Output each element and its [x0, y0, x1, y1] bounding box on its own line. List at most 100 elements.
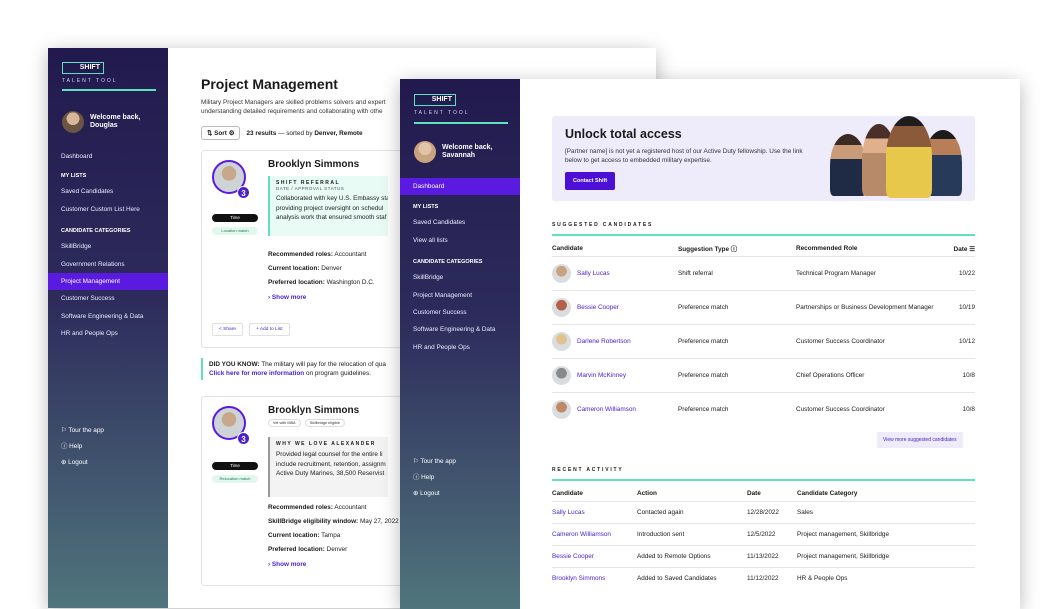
show-more-link[interactable]: › Show more — [268, 561, 306, 568]
category-cell: Project management, Skillbridge — [797, 522, 975, 545]
sidebar-item-skillbridge[interactable]: SkillBridge — [400, 269, 520, 286]
logout-icon: ⊕ — [413, 490, 419, 497]
tag: Vet with MBA — [268, 419, 301, 427]
sidebar-item-dashboard[interactable]: Dashboard — [48, 148, 168, 165]
sidebar-item-software-engineering[interactable]: Software Engineering & Data — [48, 308, 168, 325]
shift-logo[interactable]: SHIFT — [414, 94, 456, 106]
sidebar-item-custom-list[interactable]: Customer Custom List Here — [48, 201, 168, 218]
dashboard-main: Unlock total access [Partner name] is no… — [520, 79, 1020, 609]
sidebar-item-government-relations[interactable]: Government Relations — [48, 256, 168, 273]
view-more-suggested-button[interactable]: View more suggested candidates — [877, 432, 963, 448]
avatar — [552, 263, 571, 283]
sidebar-item-saved-candidates[interactable]: Saved Candidates — [48, 183, 168, 200]
dyk-rest: on program guidelines. — [304, 370, 371, 377]
time-pill: Time — [212, 214, 258, 222]
col-action[interactable]: Action — [637, 487, 747, 501]
candidate-cell: Darlene Robertson — [552, 323, 678, 358]
table-row[interactable]: Brooklyn Simmons Added to Saved Candidate… — [552, 566, 975, 589]
col-candidate-category[interactable]: Candidate Category — [797, 487, 975, 501]
sidebar-item-project-management[interactable]: Project Management — [48, 272, 168, 291]
tour-label: Tour the app — [420, 458, 456, 465]
sidebar-item-hr-people-ops[interactable]: HR and People Ops — [400, 339, 520, 356]
welcome-text: Welcome back, Savannah — [442, 144, 493, 159]
candidate-link[interactable]: Sally Lucas — [552, 500, 637, 523]
col-suggestion-type[interactable]: Suggestion Type ⓘ — [678, 242, 796, 256]
candidate-cell-inner: Darlene Robertson — [552, 331, 678, 351]
location-label: Current location: — [268, 532, 320, 539]
help-link[interactable]: ⓘ Help — [48, 439, 168, 455]
preferred-location: Preferred location: Washington D.C. — [268, 279, 375, 286]
candidate-link[interactable]: Marvin McKinney — [577, 372, 626, 379]
col-date[interactable]: Date ☰ — [946, 242, 975, 256]
dashboard-window: SHIFT TALENT TOOL Welcome back, Savannah… — [400, 79, 1020, 609]
tour-link[interactable]: ⚐ Tour the app — [400, 454, 520, 470]
chevron-right-icon: › — [268, 294, 271, 301]
candidate-link[interactable]: Cameron Williamson — [577, 406, 636, 413]
sidebar-item-view-all-lists[interactable]: View all lists — [400, 232, 520, 249]
sidebar-item-software-engineering[interactable]: Software Engineering & Data — [400, 321, 520, 338]
sort-button[interactable]: ⇅ Sort ⚙ — [201, 126, 241, 140]
candidate-link[interactable]: Darlene Robertson — [577, 338, 631, 345]
candidate-card[interactable]: 3 Time Relocation match Brooklyn Simmons… — [201, 396, 431, 586]
tour-link[interactable]: ⚐ Tour the app — [48, 423, 168, 439]
table-row[interactable]: Cameron Williamson Introduction sent 12/5/… — [552, 522, 975, 545]
date-cell: 11/12/2022 — [747, 566, 797, 589]
share-button[interactable]: < Share — [212, 323, 243, 336]
candidate-link[interactable]: Sally Lucas — [577, 270, 610, 277]
table-row[interactable]: Marvin McKinney Preference match Chief Ope… — [552, 357, 975, 392]
table-row[interactable]: Sally Lucas Contacted again 12/28/2022 Sale… — [552, 500, 975, 523]
sidebar-item-dashboard[interactable]: Dashboard — [400, 178, 520, 196]
col-candidate[interactable]: Candidate — [552, 242, 678, 256]
col-candidate[interactable]: Candidate — [552, 487, 637, 501]
recommended-roles: Recommended roles: Accountant — [268, 504, 366, 511]
sidebar-item-project-management[interactable]: Project Management — [400, 287, 520, 304]
logo-divider — [62, 89, 156, 91]
col-date[interactable]: Date — [747, 487, 797, 501]
candidate-name[interactable]: Brooklyn Simmons — [268, 405, 359, 416]
candidate-link[interactable]: Bessie Cooper — [552, 544, 637, 567]
sidebar-item-hr-people-ops[interactable]: HR and People Ops — [48, 325, 168, 342]
category-cell: Project management, Skillbridge — [797, 544, 975, 567]
sort-lines-icon[interactable]: ☰ — [969, 246, 975, 253]
table-row[interactable]: Bessie Cooper Preference match Partnership… — [552, 289, 975, 324]
recommended-roles: Recommended roles: Accountant — [268, 251, 366, 258]
sidebar-item-skillbridge[interactable]: SkillBridge — [48, 238, 168, 255]
date-cell: 10/8 — [946, 391, 975, 426]
candidate-card[interactable]: 3 Time Location match Brooklyn Simmons S… — [201, 150, 431, 348]
sidebar-nav: Dashboard MY LISTS Saved Candidates View… — [400, 178, 520, 356]
table-row[interactable]: Sally Lucas Shift referral Technical Progr… — [552, 255, 975, 290]
info-icon[interactable]: ⓘ — [731, 246, 737, 253]
candidate-name[interactable]: Brooklyn Simmons — [268, 159, 359, 170]
category-cell: HR & People Ops — [797, 566, 975, 589]
avatar — [414, 141, 436, 163]
date-cell: 12/5/2022 — [747, 522, 797, 545]
logout-link[interactable]: ⊕ Logout — [48, 455, 168, 471]
candidate-link[interactable]: Cameron Williamson — [552, 522, 637, 545]
sidebar-item-customer-success[interactable]: Customer Success — [400, 304, 520, 321]
candidate-link[interactable]: Bessie Cooper — [577, 304, 619, 311]
sidebar: SHIFT TALENT TOOL Welcome back, Savannah… — [400, 79, 520, 609]
referral-subtitle: DATE / APPROVAL STATUS — [276, 186, 345, 191]
sidebar-item-customer-success[interactable]: Customer Success — [48, 290, 168, 307]
table-row[interactable]: Bessie Cooper Added to Remote Options 11/1… — [552, 544, 975, 567]
logout-link[interactable]: ⊕ Logout — [400, 486, 520, 502]
shift-logo[interactable]: SHIFT — [62, 62, 104, 74]
help-label: Help — [69, 443, 83, 450]
show-more-link[interactable]: › Show more — [268, 294, 306, 301]
col-recommended-role[interactable]: Recommended Role — [796, 242, 946, 256]
more-info-link[interactable]: Click here for more information — [209, 370, 304, 377]
table-row[interactable]: Cameron Williamson Preference match Custom… — [552, 391, 975, 426]
sidebar-item-saved-candidates[interactable]: Saved Candidates — [400, 214, 520, 231]
help-link[interactable]: ⓘ Help — [400, 470, 520, 486]
add-label: Add to List — [259, 327, 283, 332]
table-row[interactable]: Darlene Robertson Preference match Custome… — [552, 323, 975, 358]
action-cell: Added to Saved Candidates — [637, 566, 747, 589]
candidate-link[interactable]: Brooklyn Simmons — [552, 566, 637, 589]
add-to-list-button[interactable]: + Add to List — [248, 323, 290, 336]
contact-shift-button[interactable]: Contact Shift — [565, 172, 616, 190]
date-cell: 10/22 — [946, 255, 975, 290]
help-label: Help — [421, 474, 435, 481]
location-value: Denver — [319, 265, 342, 272]
did-you-know-banner: DID YOU KNOW: The military will pay for … — [201, 358, 421, 380]
preferred-location: Preferred location: Denver — [268, 546, 347, 553]
